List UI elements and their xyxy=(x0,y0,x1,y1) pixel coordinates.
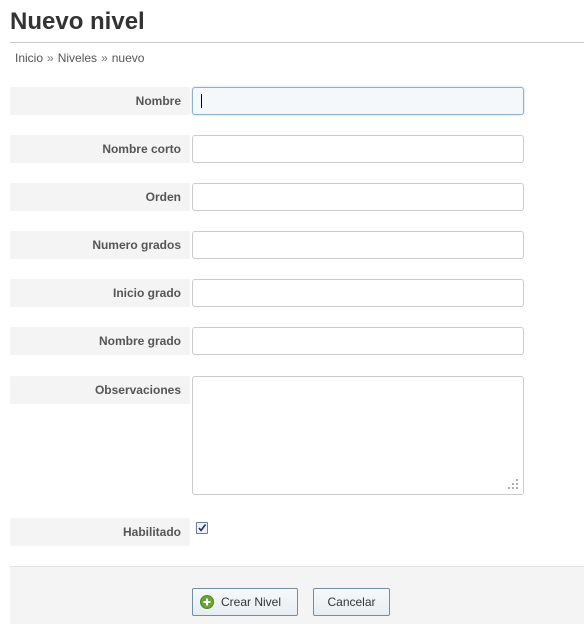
nombre-label: Nombre xyxy=(10,87,190,115)
observaciones-textarea[interactable] xyxy=(192,376,524,495)
breadcrumb-inicio[interactable]: Inicio xyxy=(15,51,43,65)
nombre-corto-label: Nombre corto xyxy=(10,135,190,163)
resize-grip-icon[interactable] xyxy=(508,479,518,489)
plus-circle-icon xyxy=(200,595,214,609)
text-caret xyxy=(201,94,202,108)
numero-grados-label: Numero grados xyxy=(10,231,190,259)
nombre-grado-label: Nombre grado xyxy=(10,327,190,355)
observaciones-label: Observaciones xyxy=(10,376,190,404)
crear-nivel-button[interactable]: Crear Nivel xyxy=(192,588,298,616)
nombre-corto-input[interactable] xyxy=(192,135,524,163)
breadcrumb: Inicio» Niveles» nuevo xyxy=(15,50,144,66)
inicio-grado-label: Inicio grado xyxy=(10,279,190,307)
habilitado-label: Habilitado xyxy=(10,518,190,546)
breadcrumb-current: nuevo xyxy=(111,51,145,65)
breadcrumb-separator: » xyxy=(47,51,54,65)
cancelar-button[interactable]: Cancelar xyxy=(313,588,390,616)
orden-label: Orden xyxy=(10,183,190,211)
numero-grados-input[interactable] xyxy=(192,231,524,259)
checkmark-icon xyxy=(198,524,207,532)
breadcrumb-niveles[interactable]: Niveles xyxy=(58,51,97,65)
crear-nivel-label: Crear Nivel xyxy=(221,595,282,609)
habilitado-checkbox[interactable] xyxy=(196,522,208,534)
orden-input[interactable] xyxy=(192,183,524,211)
nombre-grado-input[interactable] xyxy=(192,327,524,355)
breadcrumb-separator: » xyxy=(101,51,108,65)
title-divider xyxy=(10,42,584,43)
nombre-input[interactable] xyxy=(192,87,524,115)
page-title: Nuevo nivel xyxy=(10,8,145,35)
inicio-grado-input[interactable] xyxy=(192,279,524,307)
form-actions-bar: Crear Nivel Cancelar xyxy=(10,566,584,624)
